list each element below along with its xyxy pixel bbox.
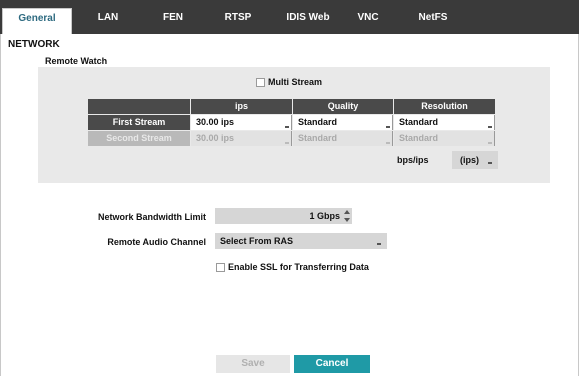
second-stream-ips-select: 30.00 ips	[191, 131, 292, 146]
ssl-label: Enable SSL for Transferring Data	[228, 262, 369, 272]
unit-select-value: (ips)	[460, 155, 479, 165]
table-corner	[88, 99, 190, 114]
audio-channel-value: Select From RAS	[220, 236, 294, 246]
cancel-button[interactable]: Cancel	[294, 355, 370, 373]
tab-rtsp[interactable]: RTSP	[213, 8, 263, 34]
multi-stream-checkbox[interactable]	[256, 78, 265, 87]
spin-up-icon[interactable]	[344, 210, 350, 214]
ssl-checkbox[interactable]	[216, 263, 225, 272]
remote-watch-title: Remote Watch	[45, 56, 108, 66]
bandwidth-label: Network Bandwidth Limit	[98, 212, 206, 222]
bandwidth-spinbox[interactable]: 1 Gbps	[215, 208, 352, 224]
row-second-stream: Second Stream	[88, 131, 190, 146]
first-stream-resolution-select[interactable]: Standard	[394, 115, 495, 130]
dropdown-caret-icon	[285, 126, 289, 128]
second-stream-ips-value: 30.00 ips	[196, 133, 235, 143]
tab-bar: General LAN FEN RTSP IDIS Web VNC NetFS	[0, 0, 579, 34]
tab-netfs[interactable]: NetFS	[408, 8, 458, 34]
first-stream-ips-select[interactable]: 30.00 ips	[191, 115, 292, 130]
tab-vnc[interactable]: VNC	[343, 8, 393, 34]
col-header-resolution: Resolution	[394, 99, 495, 114]
first-stream-quality-value: Standard	[298, 117, 338, 127]
tab-lan[interactable]: LAN	[83, 8, 133, 34]
audio-channel-select[interactable]: Select From RAS	[215, 233, 387, 249]
dropdown-caret-icon	[386, 126, 390, 128]
unit-label: bps/ips	[397, 155, 429, 165]
second-stream-quality-value: Standard	[298, 133, 338, 143]
first-stream-resolution-value: Standard	[399, 117, 439, 127]
tab-idis-web[interactable]: IDIS Web	[278, 8, 338, 34]
spin-down-icon[interactable]	[344, 218, 350, 222]
first-stream-ips-value: 30.00 ips	[196, 117, 235, 127]
unit-select[interactable]: (ips)	[452, 151, 498, 169]
second-stream-quality-select: Standard	[293, 131, 393, 146]
col-header-ips: ips	[191, 99, 292, 114]
bandwidth-value: 1 Gbps	[309, 211, 340, 221]
dropdown-caret-icon	[488, 126, 492, 128]
dropdown-caret-icon	[488, 162, 492, 164]
row-first-stream: First Stream	[88, 115, 190, 130]
tab-general[interactable]: General	[2, 8, 72, 34]
audio-channel-label: Remote Audio Channel	[107, 237, 206, 247]
second-stream-resolution-select: Standard	[394, 131, 495, 146]
save-button[interactable]: Save	[216, 355, 290, 373]
dropdown-caret-icon	[488, 142, 492, 144]
dropdown-caret-icon	[377, 243, 381, 245]
multi-stream-label: Multi Stream	[268, 77, 323, 87]
section-title: NETWORK	[8, 39, 60, 50]
second-stream-resolution-value: Standard	[399, 133, 439, 143]
dropdown-caret-icon	[285, 142, 289, 144]
col-header-quality: Quality	[293, 99, 393, 114]
dropdown-caret-icon	[386, 142, 390, 144]
tab-fen[interactable]: FEN	[148, 8, 198, 34]
first-stream-quality-select[interactable]: Standard	[293, 115, 393, 130]
